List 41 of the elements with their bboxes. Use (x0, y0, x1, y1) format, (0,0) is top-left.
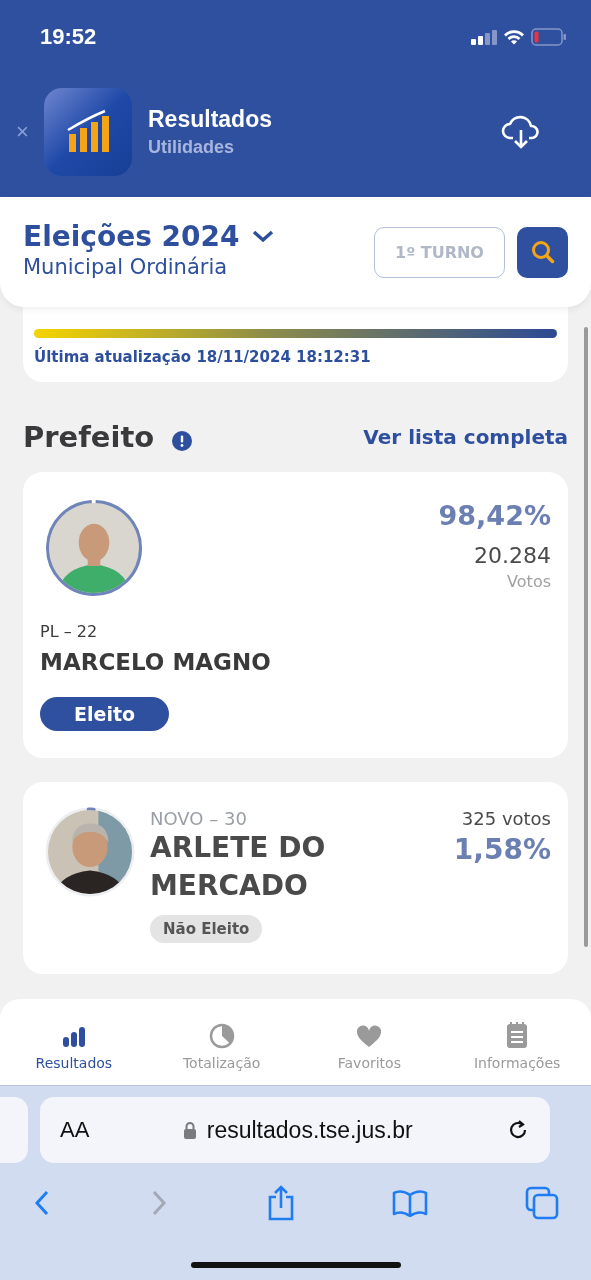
section-title: Prefeito (23, 420, 155, 454)
search-button[interactable] (517, 226, 568, 278)
vote-count: 20.284 (474, 543, 551, 568)
notepad-icon (506, 1021, 529, 1049)
text-size-button[interactable]: AA (60, 1117, 90, 1143)
pie-chart-icon (208, 1023, 235, 1049)
app-category: Utilidades (148, 137, 236, 158)
cloud-download-icon[interactable] (501, 114, 541, 150)
app-name: Resultados (148, 106, 273, 133)
battery-icon (531, 28, 567, 46)
vote-percentage: 98,42% (438, 500, 551, 531)
url-text: resultados.tse.jus.br (206, 1116, 413, 1144)
full-list-link[interactable]: Ver lista completa (363, 425, 568, 449)
election-title[interactable]: Eleições 2024 (23, 219, 240, 253)
info-icon[interactable] (172, 431, 193, 451)
chevron-down-icon[interactable] (251, 229, 276, 243)
status-time: 19:52 (40, 24, 97, 50)
votes-label: Votos (507, 572, 551, 591)
vote-count: 325 votos (461, 808, 551, 829)
party-number: NOVO – 30 (150, 808, 248, 829)
signal-icon (471, 29, 497, 45)
bar-chart-icon (60, 1025, 87, 1049)
tab[interactable]: Resultados (0, 999, 148, 1085)
last-update-text: Última atualização 18/11/2024 18:12:31 (34, 348, 372, 366)
search-icon (529, 239, 556, 265)
candidate-card[interactable]: NOVO – 30 ARLETE DO MERCADO Não Eleito 325 votos 1,58% (23, 782, 568, 974)
status-badge: Não Eleito (150, 915, 263, 943)
vote-percentage: 1,58% (453, 833, 551, 866)
candidate-card[interactable]: 98,42% 20.284 Votos PL – 22 MARCELO MAGNO Eleito (23, 472, 568, 758)
heart-icon (356, 1025, 383, 1049)
bookmarks-icon[interactable] (392, 1189, 429, 1217)
candidate-name: ARLETE DO MERCADO (150, 830, 327, 904)
election-type: Municipal Ordinária (23, 254, 229, 279)
candidate-name: MARCELO MAGNO (40, 649, 271, 675)
tabs-icon[interactable] (525, 1186, 559, 1220)
status-badge: Eleito (40, 697, 170, 731)
app-icon[interactable] (44, 88, 132, 176)
wifi-icon (503, 29, 525, 45)
lock-icon (182, 1121, 197, 1139)
address-bar[interactable]: AA resultados.tse.jus.br (40, 1097, 550, 1163)
party-number: PL – 22 (40, 622, 98, 641)
